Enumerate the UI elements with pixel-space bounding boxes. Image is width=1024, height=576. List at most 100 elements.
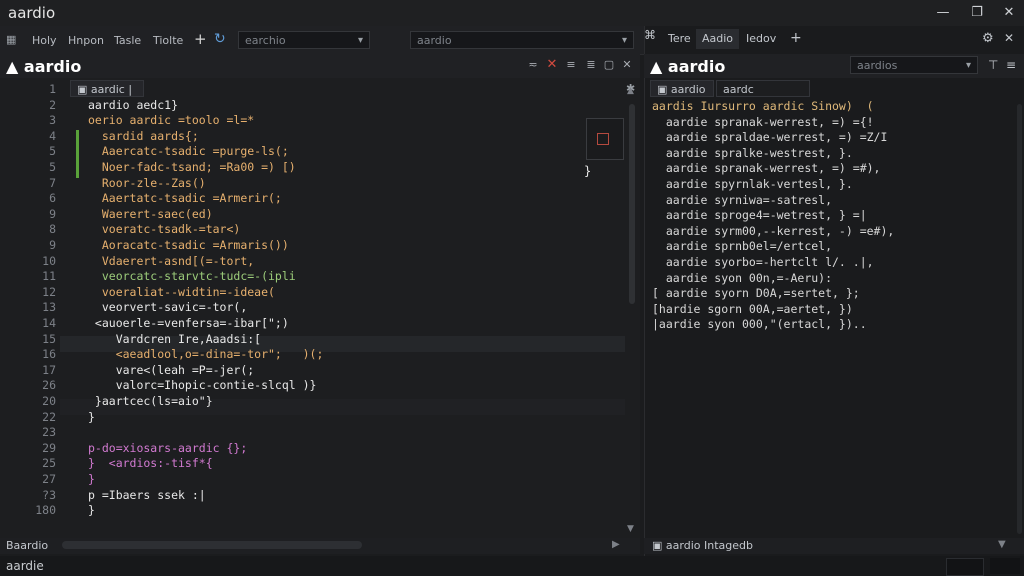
output-line[interactable]: aardie sprnb0el=/ertcel,	[652, 239, 832, 253]
scroll-thumb-right[interactable]	[1017, 104, 1022, 534]
split-icon[interactable]: ≡	[1006, 58, 1016, 72]
editor-logo: ▲ aardio	[6, 57, 81, 76]
menu-item-hnpon[interactable]: Hnpon	[68, 34, 104, 47]
status-left-text: Baardio	[6, 539, 49, 552]
code-line[interactable]: aardio aedc1}	[88, 98, 178, 112]
menu-icon[interactable]: ≣	[584, 58, 598, 72]
minimap[interactable]	[586, 118, 624, 160]
code-line[interactable]: Aaertatc-tsadic =Armerir(;	[88, 191, 282, 205]
code-line[interactable]: <aeadlool,o=-dina=-tor"; )(;	[88, 347, 324, 361]
line-number: 25	[42, 456, 56, 471]
tab-iedov[interactable]: Iedov	[740, 29, 782, 49]
code-line[interactable]: Aaercatc-tsadic =purge-ls(;	[88, 144, 289, 158]
add-tab-icon[interactable]: +	[790, 30, 802, 46]
code-line[interactable]: <auoerle-=venfersa=-ibar[";)	[88, 316, 289, 330]
output-line[interactable]: aardie spralke-westrest, }.	[652, 146, 853, 160]
output-line[interactable]: [hardie sgorn 00A,=aertet, })	[652, 302, 853, 316]
tab-tere[interactable]: Tere	[662, 29, 697, 49]
list-icon[interactable]: ≡	[564, 58, 578, 72]
scroll-up-icon[interactable]: ▲	[627, 86, 634, 96]
code-line[interactable]: }	[88, 410, 95, 424]
close-pane-icon[interactable]: ✕	[620, 58, 634, 72]
filter-icon[interactable]: ≂	[526, 58, 540, 72]
line-number: 15	[42, 331, 56, 346]
output-line[interactable]: aardie spranak-werrest, =) =#),	[652, 161, 881, 175]
window-icon[interactable]: ▢	[602, 58, 616, 72]
tab-aadio[interactable]: Aadio	[696, 29, 740, 49]
output-line[interactable]: aardis Iursurro aardic Sinow) (	[652, 99, 874, 113]
refresh-icon[interactable]: ↻	[214, 31, 226, 47]
combo-earchio[interactable]: earchio ▾	[238, 31, 370, 49]
code-line[interactable]: Aoracatc-tsadic =Armaris())	[88, 238, 289, 252]
code-line[interactable]: }	[88, 472, 95, 486]
line-number: 10	[42, 253, 56, 268]
output-line[interactable]: aardie sproge4=-wetrest, } =|	[652, 208, 867, 222]
close-pane-right-icon[interactable]: ✕	[1004, 31, 1014, 45]
output-line[interactable]: aardie spranak-werrest, =) ={!	[652, 115, 874, 129]
line-number: 9	[49, 238, 56, 252]
code-line[interactable]: Vdaerert-asnd[(=-tort,	[88, 254, 254, 268]
code-line[interactable]: valorc=Ihopic-contie-slcql )}	[88, 378, 317, 392]
editor-header-left	[0, 54, 640, 78]
footer-box-2[interactable]	[990, 558, 1020, 574]
pin-icon[interactable]: ⊤	[988, 58, 998, 72]
menu-item-holy[interactable]: Holy	[32, 34, 57, 47]
code-line[interactable]: Waerert-saec(ed)	[88, 207, 213, 221]
subtab-aardio[interactable]: ▣ aardio	[650, 80, 714, 97]
add-icon[interactable]: +	[194, 30, 207, 48]
output-line[interactable]: aardie syrniwa=-satresl,	[652, 193, 832, 207]
code-line[interactable]: oerio aardic =toolo =l=*	[88, 113, 254, 127]
line-number: 9	[49, 206, 56, 221]
scroll-right-icon[interactable]: ▶	[612, 539, 620, 550]
gear-icon[interactable]: ⚙	[982, 31, 994, 46]
menu-item-tiolte[interactable]: Tiolte	[153, 34, 183, 47]
combo-aardios-value: aardios	[857, 59, 898, 72]
code-line[interactable]: }aartcec(ls=aio"}	[88, 394, 213, 408]
code-line[interactable]: }	[88, 503, 95, 517]
tab-aardic[interactable]: ▣ aardic |	[70, 80, 144, 97]
code-line[interactable]: p-do=xiosars-aardic {};	[88, 441, 247, 455]
output-line[interactable]: aardie syrm00,--kerrest, -) =e#),	[652, 224, 894, 238]
grid-icon[interactable]: ▦	[6, 33, 16, 46]
maximize-button[interactable]: ❐	[966, 3, 988, 23]
code-line[interactable]: Noer-fadc-tsand; =Ra00 =) [)	[88, 160, 296, 174]
combo-aardios[interactable]: aardios ▾	[850, 56, 978, 74]
output-line[interactable]: aardie spraldae-werrest, =) =Z/I	[652, 130, 888, 144]
line-number: 5	[49, 160, 56, 174]
scroll-down-right-icon[interactable]: ▼	[998, 539, 1006, 550]
footer-box[interactable]	[946, 558, 984, 576]
code-line[interactable]: sardid aards{;	[88, 129, 199, 143]
line-number: 13	[42, 300, 56, 315]
line-number: 8	[49, 222, 56, 237]
subtab-aardc[interactable]: aardc	[716, 80, 810, 97]
subtab-aardio-label: aardio	[670, 83, 706, 96]
combo-aardio[interactable]: aardio ▾	[410, 31, 634, 49]
terminal-icon[interactable]: ⌘	[644, 28, 656, 42]
code-line[interactable]: veorcatc-starvtc-tudc=-(ipli	[88, 269, 296, 283]
code-line[interactable]: voeraliat--widtin=-ideae(	[88, 285, 275, 299]
code-line[interactable]: p =Ibaers ssek :|	[88, 488, 206, 502]
horizontal-scrollbar-left[interactable]	[62, 541, 362, 549]
menu-item-tasle[interactable]: Tasle	[114, 34, 141, 47]
line-number: 29	[42, 440, 56, 455]
file-icon: ▣	[652, 539, 663, 552]
scroll-down-icon[interactable]: ▼	[627, 524, 634, 534]
close-button[interactable]: ✕	[998, 3, 1020, 23]
output-line[interactable]: aardie spyrnlak-vertesl, }.	[652, 177, 853, 191]
output-line[interactable]: aardie syon 00n,=-Aeru):	[652, 271, 832, 285]
delete-icon[interactable]: ✕	[545, 58, 559, 72]
combo-aardio-value: aardio	[417, 34, 452, 47]
output-line[interactable]: [ aardie syorn D0A,=sertet, };	[652, 286, 860, 300]
output-line[interactable]: |aardie syon 000,"(ertacl, })..	[652, 317, 867, 331]
code-line[interactable]: Roor-zle--Zas()	[88, 176, 206, 190]
code-line[interactable]: veorvert-savic=-tor(,	[88, 300, 247, 314]
code-line[interactable]: Vardcren Ire,Aaadsi:[	[88, 332, 261, 346]
code-line[interactable]: vare<(leah =P=-jer(;	[88, 363, 254, 377]
status-right-text: aardio Intagedb	[665, 539, 753, 552]
code-line[interactable]: voeratc-tsadk-=tar<)	[88, 222, 240, 236]
scroll-thumb-left[interactable]	[629, 104, 635, 304]
global-status-bar	[0, 556, 1024, 576]
minimize-button[interactable]: —	[932, 3, 954, 23]
code-line[interactable]: } <ardios:-tisf*{	[88, 456, 213, 470]
output-line[interactable]: aardie syorbo=-hertclt l/. .|,	[652, 255, 874, 269]
